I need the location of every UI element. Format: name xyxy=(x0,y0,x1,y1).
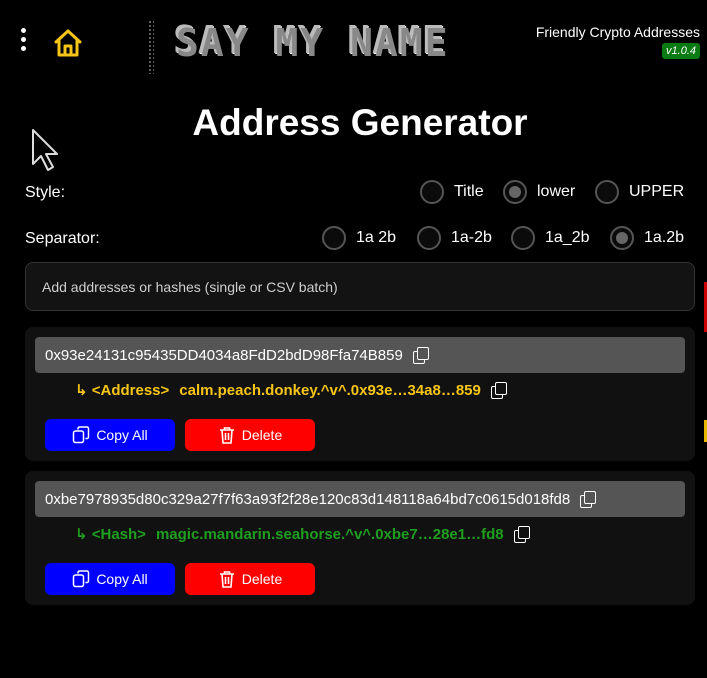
trash-icon xyxy=(219,571,234,588)
copy-all-button[interactable]: Copy All xyxy=(45,563,175,595)
copy-icon[interactable] xyxy=(490,382,507,399)
copy-icon xyxy=(73,570,90,588)
friendly-name-row: ↳ <Address> calm.peach.donkey.^v^.0x93e…… xyxy=(75,381,507,399)
separator-radio-space[interactable]: 1a 2b xyxy=(322,226,396,250)
page-title: Address Generator xyxy=(192,102,528,143)
separator-radio-dot[interactable]: 1a.2b xyxy=(610,226,684,250)
address-value: 0xbe7978935d80c329a27f7f63a93f2f28e120c8… xyxy=(35,481,685,517)
style-radio-title[interactable]: Title xyxy=(420,180,484,204)
radio-circle[interactable] xyxy=(595,180,619,204)
address-card: 0x93e24131c95435DD4034a8FdD2bdD98Ffa74B8… xyxy=(25,327,695,461)
delete-button[interactable]: Delete xyxy=(185,419,315,451)
address-card: 0xbe7978935d80c329a27f7f63a93f2f28e120c8… xyxy=(25,471,695,605)
brand: Friendly Crypto Addresses v1.0.4 xyxy=(536,24,700,59)
radio-circle[interactable] xyxy=(503,180,527,204)
radio-circle[interactable] xyxy=(322,226,346,250)
type-tag: ↳ <Address> xyxy=(75,382,170,399)
separator-label: Separator: xyxy=(25,230,100,247)
type-tag: ↳ <Hash> xyxy=(75,526,146,543)
friendly-name: calm.peach.donkey.^v^.0x93e…34a8…859 xyxy=(179,381,481,399)
radio-circle[interactable] xyxy=(420,180,444,204)
copy-icon[interactable] xyxy=(513,526,530,543)
trash-icon xyxy=(219,427,234,444)
logo-text: SAY MY NAME xyxy=(174,19,448,63)
top-bar: SAY MY NAME Friendly Crypto Addresses v1… xyxy=(0,0,707,90)
radio-circle[interactable] xyxy=(610,226,634,250)
separator-radio-underscore[interactable]: 1a_2b xyxy=(511,226,590,250)
style-radio-lower[interactable]: lower xyxy=(503,180,575,204)
divider-dots xyxy=(148,20,154,74)
logo: SAY MY NAME xyxy=(174,18,448,64)
copy-all-button[interactable]: Copy All xyxy=(45,419,175,451)
delete-button[interactable]: Delete xyxy=(185,563,315,595)
address-text: 0xbe7978935d80c329a27f7f63a93f2f28e120c8… xyxy=(45,490,571,508)
address-input-placeholder: Add addresses or hashes (single or CSV b… xyxy=(42,278,338,295)
brand-name: Friendly Crypto Addresses xyxy=(535,24,700,40)
address-text: 0x93e24131c95435DD4034a8FdD2bdD98Ffa74B8… xyxy=(45,346,403,364)
friendly-name: magic.mandarin.seahorse.^v^.0xbe7…28e1…f… xyxy=(155,525,504,543)
separator-radio-dash[interactable]: 1a-2b xyxy=(417,226,492,250)
style-label: Style: xyxy=(25,184,66,201)
menu-icon[interactable] xyxy=(18,28,28,56)
copy-icon[interactable] xyxy=(412,347,429,364)
friendly-name-row: ↳ <Hash> magic.mandarin.seahorse.^v^.0xb… xyxy=(75,525,530,543)
home-icon[interactable] xyxy=(52,27,84,59)
copy-icon xyxy=(73,426,90,444)
address-value: 0x93e24131c95435DD4034a8FdD2bdD98Ffa74B8… xyxy=(35,337,685,373)
version-badge: v1.0.4 xyxy=(662,43,700,59)
address-input[interactable]: Add addresses or hashes (single or CSV b… xyxy=(25,262,695,311)
copy-icon[interactable] xyxy=(580,491,597,508)
radio-circle[interactable] xyxy=(417,226,441,250)
style-radio-upper[interactable]: UPPER xyxy=(595,180,684,204)
radio-circle[interactable] xyxy=(511,226,535,250)
